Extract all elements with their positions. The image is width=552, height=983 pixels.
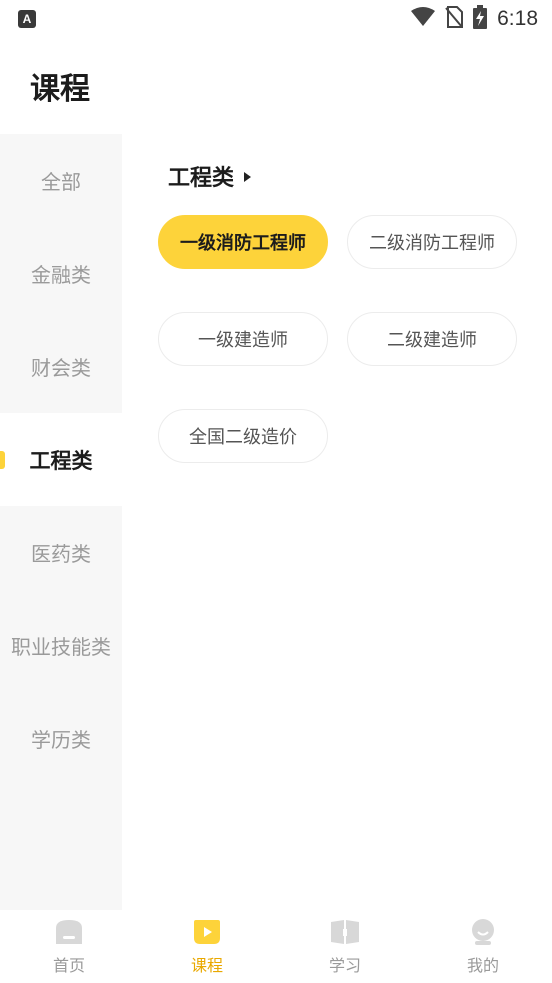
book-icon bbox=[330, 917, 360, 947]
page-title: 课程 bbox=[30, 72, 90, 107]
wifi-icon bbox=[411, 7, 436, 31]
course-chip-grid: 一级消防工程师 二级消防工程师 一级建造师 二级建造师 全国二级造价 bbox=[158, 215, 520, 463]
nav-label: 学习 bbox=[328, 956, 361, 975]
category-sidebar: 全部 金融类 财会类 工程类 医药类 职业技能类 学历类 bbox=[0, 134, 122, 910]
sidebar-item-label: 医药类 bbox=[31, 542, 91, 566]
course-screen: A 6:18 课程 全部 金融类 财会类 工程类 医药类 职业技能类 学历类 工… bbox=[0, 0, 552, 983]
course-chip[interactable]: 二级建造师 bbox=[347, 312, 517, 366]
course-chip[interactable]: 一级消防工程师 bbox=[158, 215, 328, 269]
course-chip-label: 二级建造师 bbox=[387, 330, 477, 351]
course-chip-label: 二级消防工程师 bbox=[369, 233, 495, 254]
caret-right-icon bbox=[244, 172, 252, 182]
sidebar-item-medicine[interactable]: 医药类 bbox=[0, 506, 122, 599]
sidebar-item-label: 学历类 bbox=[31, 728, 91, 752]
course-play-icon bbox=[192, 917, 222, 947]
profile-icon bbox=[468, 917, 498, 947]
sidebar-item-finance[interactable]: 金融类 bbox=[0, 227, 122, 320]
no-sim-icon bbox=[445, 6, 464, 32]
course-chip-label: 一级消防工程师 bbox=[180, 233, 306, 254]
home-icon bbox=[54, 917, 84, 947]
battery-charging-icon bbox=[473, 5, 488, 33]
course-chip[interactable]: 全国二级造价 bbox=[158, 409, 328, 463]
nav-study[interactable]: 学习 bbox=[276, 910, 414, 983]
sidebar-item-label: 职业技能类 bbox=[11, 635, 111, 659]
nav-label: 我的 bbox=[466, 956, 499, 975]
status-right: 6:18 bbox=[411, 5, 538, 33]
sidebar-item-label: 全部 bbox=[41, 170, 81, 194]
course-chip-label: 全国二级造价 bbox=[189, 427, 297, 448]
nav-course[interactable]: 课程 bbox=[138, 910, 276, 983]
status-time: 6:18 bbox=[497, 7, 538, 30]
nav-home[interactable]: 首页 bbox=[0, 910, 138, 983]
sidebar-item-label: 工程类 bbox=[29, 448, 93, 473]
section-header[interactable]: 工程类 bbox=[168, 160, 252, 192]
sidebar-item-accounting[interactable]: 财会类 bbox=[0, 320, 122, 413]
course-chip-label: 一级建造师 bbox=[198, 330, 288, 351]
sidebar-item-label: 金融类 bbox=[31, 263, 91, 287]
course-chip[interactable]: 一级建造师 bbox=[158, 312, 328, 366]
app-notification-icon: A bbox=[18, 10, 36, 28]
bottom-nav: 首页 课程 学习 我的 bbox=[0, 910, 552, 983]
course-content: 工程类 一级消防工程师 二级消防工程师 一级建造师 二级建造师 全国二级造价 bbox=[122, 134, 552, 910]
sidebar-item-label: 财会类 bbox=[31, 356, 91, 380]
sidebar-item-degree[interactable]: 学历类 bbox=[0, 692, 122, 785]
sidebar-item-vocational[interactable]: 职业技能类 bbox=[0, 599, 122, 692]
sidebar-item-all[interactable]: 全部 bbox=[0, 134, 122, 227]
nav-label: 首页 bbox=[52, 956, 85, 975]
status-bar: A 6:18 bbox=[0, 0, 552, 38]
status-left: A bbox=[18, 10, 36, 28]
section-title: 工程类 bbox=[168, 166, 235, 191]
active-indicator bbox=[0, 451, 5, 469]
sidebar-item-engineering[interactable]: 工程类 bbox=[0, 413, 122, 506]
course-chip[interactable]: 二级消防工程师 bbox=[347, 215, 517, 269]
nav-label: 课程 bbox=[190, 956, 223, 975]
app-notification-letter: A bbox=[22, 12, 32, 26]
nav-profile[interactable]: 我的 bbox=[414, 910, 552, 983]
